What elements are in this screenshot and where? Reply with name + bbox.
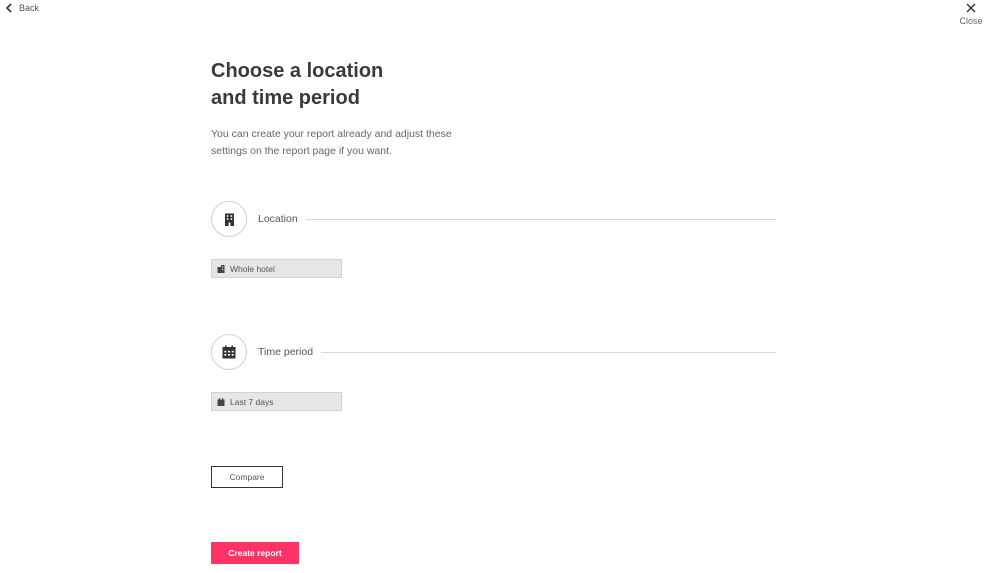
back-button[interactable]: Back — [5, 3, 39, 13]
location-select-value: Whole hotel — [230, 263, 275, 274]
chevron-left-icon — [5, 3, 12, 13]
building-icon — [224, 213, 234, 226]
create-report-button[interactable]: Create report — [211, 542, 299, 564]
building-small-icon — [217, 264, 225, 273]
time-period-select-value: Last 7 days — [230, 396, 274, 407]
location-icon-circle — [211, 201, 247, 237]
page-subtitle: You can create your report already and a… — [211, 126, 481, 160]
time-period-label: Time period — [258, 346, 314, 358]
page-title-line1: Choose a location — [211, 60, 384, 82]
close-button[interactable]: Close — [958, 3, 984, 26]
location-select[interactable]: Whole hotel — [211, 259, 342, 278]
close-icon — [966, 3, 976, 13]
time-period-select[interactable]: Last 7 days — [211, 392, 342, 411]
page-title-line2: and time period — [211, 87, 360, 109]
time-period-divider — [321, 351, 776, 353]
close-label: Close — [959, 16, 983, 26]
time-period-section-header: Time period — [211, 334, 776, 370]
location-divider — [305, 218, 776, 220]
time-period-icon-circle — [211, 334, 247, 370]
page-subtitle-line2: settings on the report page if you want. — [211, 145, 392, 157]
back-label: Back — [19, 3, 40, 13]
location-section-header: Location — [211, 201, 776, 237]
calendar-icon — [222, 345, 236, 359]
compare-button[interactable]: Compare — [211, 466, 283, 488]
calendar-small-icon — [217, 397, 225, 406]
page-subtitle-line1: You can create your report already and a… — [211, 128, 452, 140]
location-label: Location — [258, 213, 298, 225]
page-title: Choose a location and time period — [211, 58, 471, 112]
